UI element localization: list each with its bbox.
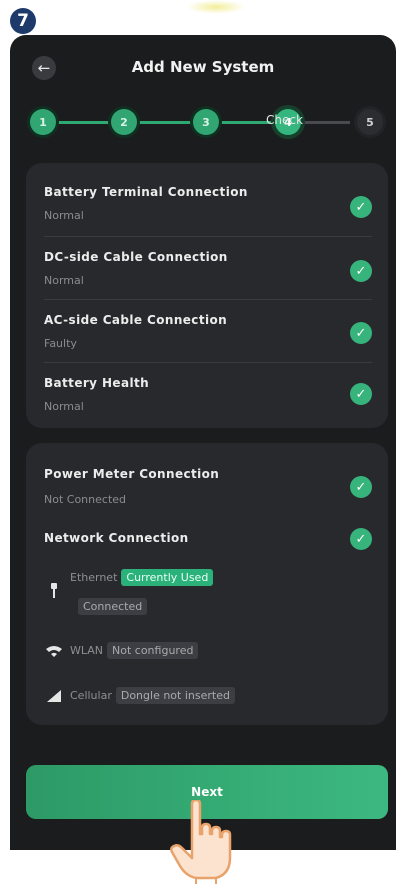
check-icon: ✓ [350,196,372,218]
current-step-label: Check [266,113,303,127]
ethernet-label: Ethernet [70,571,118,584]
step-connector [298,121,350,124]
check-status: Normal [44,209,84,222]
check-status: Normal [44,400,84,413]
step-5: 5 [357,109,383,135]
check-row-ac-cable: AC-side Cable Connection Faulty ✓ [26,299,388,361]
check-icon: ✓ [350,260,372,282]
check-status: Normal [44,274,84,287]
ethernet-status: Connected [78,598,148,615]
progress-stepper: 1 2 3 4 5 [10,105,396,159]
cellular-signal-icon [44,689,64,702]
phone-screen: ← Add New System 1 2 3 4 5 Check Battery… [10,35,396,850]
connection-check-card: Power Meter Connection Not Connected ✓ N… [26,443,388,725]
check-row-battery-health: Battery Health Normal ✓ [26,362,388,424]
ethernet-icon-wrap [44,583,64,599]
check-status: Faulty [44,337,77,350]
step-1: 1 [30,109,56,135]
ethernet-status-row: Connected [44,598,148,615]
check-icon: ✓ [350,476,372,498]
check-title: Battery Terminal Connection [44,185,248,199]
ethernet-icon [44,583,64,599]
check-title: DC-side Cable Connection [44,250,228,264]
app-header: ← Add New System [10,35,396,97]
check-row-battery-terminal: Battery Terminal Connection Normal ✓ [26,163,388,229]
system-check-card: Battery Terminal Connection Normal ✓ DC-… [26,163,388,428]
wlan-label: WLAN [70,644,104,657]
power-meter-status: Not Connected [44,493,127,506]
step-number-badge: 7 [10,8,36,34]
page-title: Add New System [131,58,275,76]
check-icon: ✓ [350,322,372,344]
cellular-label: Cellular [70,689,112,702]
top-glow [186,0,246,14]
cellular-row: Cellular Dongle not inserted [44,687,235,704]
wlan-status: Not configured [107,642,199,659]
cellular-status: Dongle not inserted [115,687,235,704]
check-icon: ✓ [350,528,372,550]
power-meter-title: Power Meter Connection [44,467,220,481]
wifi-icon [44,645,64,657]
check-title: AC-side Cable Connection [44,313,228,327]
step-3: 3 [193,109,219,135]
pointing-hand-icon [170,800,232,884]
currently-used-badge: Currently Used [121,569,214,586]
check-icon: ✓ [350,383,372,405]
check-row-dc-cable: DC-side Cable Connection Normal ✓ [26,236,388,298]
ethernet-row: Ethernet Currently Used [44,569,214,586]
wlan-row: WLAN Not configured [44,642,199,659]
step-2: 2 [111,109,137,135]
network-title: Network Connection [44,531,189,545]
check-title: Battery Health [44,376,150,390]
